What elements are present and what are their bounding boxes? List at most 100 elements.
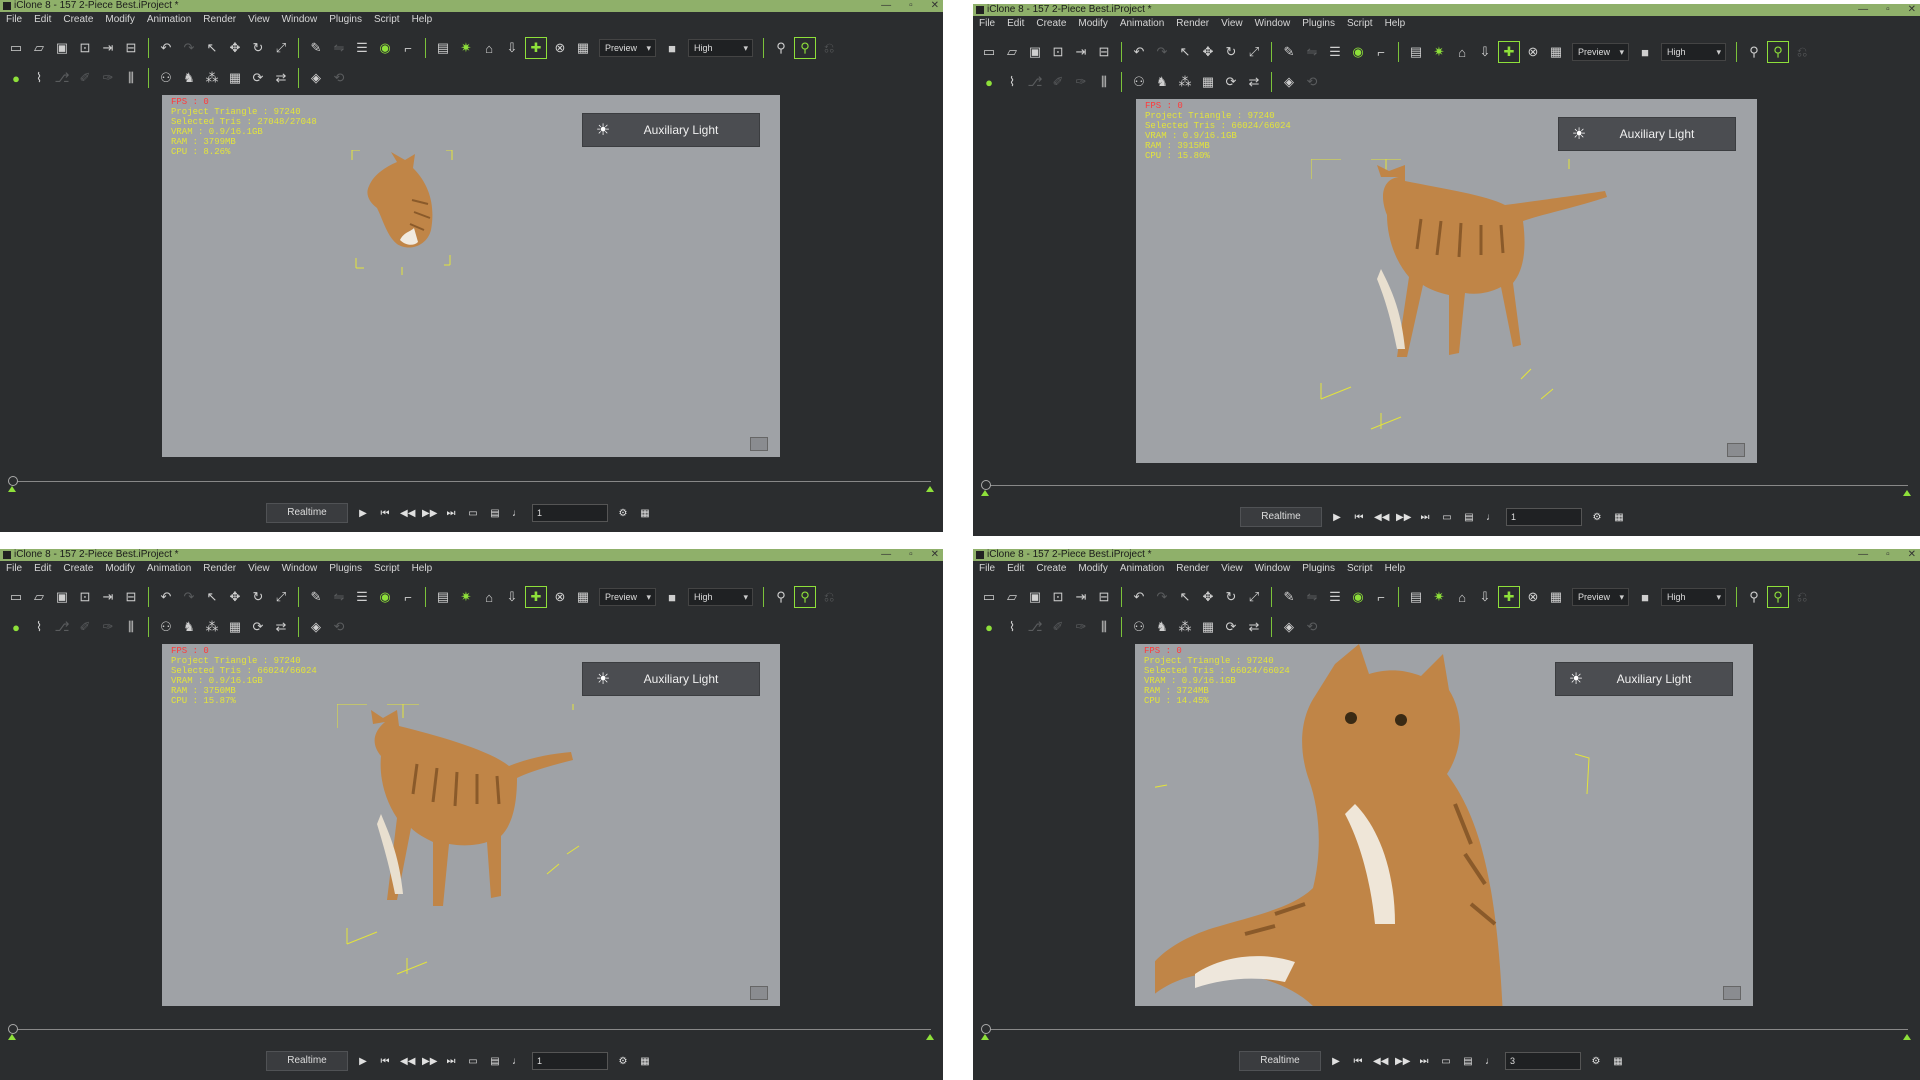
- comment-icon[interactable]: [750, 437, 768, 451]
- minimize-button[interactable]: —: [1858, 549, 1868, 561]
- align-icon[interactable]: ⇩: [1475, 42, 1495, 62]
- frame-icon[interactable]: ▤: [433, 38, 453, 58]
- save-icon[interactable]: ▣: [52, 38, 72, 58]
- menu-render[interactable]: Render: [1170, 17, 1215, 31]
- menu-animation[interactable]: Animation: [1114, 562, 1170, 576]
- align-icon[interactable]: ⇩: [502, 38, 522, 58]
- menu-window[interactable]: Window: [1249, 562, 1297, 576]
- switch-icon[interactable]: ⇄: [1244, 617, 1264, 637]
- minimize-button[interactable]: —: [881, 549, 891, 561]
- menu-help[interactable]: Help: [1379, 562, 1412, 576]
- menu-modify[interactable]: Modify: [99, 562, 140, 576]
- key-icon[interactable]: ⎇: [1025, 617, 1045, 637]
- timeline-track[interactable]: [985, 1029, 1908, 1030]
- grid-snap-icon[interactable]: ✚: [525, 586, 547, 608]
- redo-icon[interactable]: ↷: [179, 38, 199, 58]
- grid-snap-icon[interactable]: ✚: [1498, 586, 1520, 608]
- layers-icon[interactable]: ▦: [573, 38, 593, 58]
- go-end-icon[interactable]: ⏭: [1417, 1056, 1431, 1067]
- light-icon[interactable]: ✷: [456, 587, 476, 607]
- timeline-panel-icon[interactable]: ▦: [1612, 512, 1626, 523]
- key-icon[interactable]: ⎇: [1025, 72, 1045, 92]
- timeline-end-marker[interactable]: [1903, 1034, 1911, 1040]
- grid-icon[interactable]: ▦: [1198, 72, 1218, 92]
- crowd-icon[interactable]: ⚇: [1129, 617, 1149, 637]
- save-icon[interactable]: ▣: [52, 587, 72, 607]
- light-icon[interactable]: ✷: [456, 38, 476, 58]
- go-end-icon[interactable]: ⏭: [444, 1056, 458, 1067]
- rotate-icon[interactable]: ↻: [248, 587, 268, 607]
- menu-view[interactable]: View: [242, 562, 276, 576]
- timeline-start-marker[interactable]: [981, 1034, 989, 1040]
- import-icon[interactable]: ⊡: [1048, 42, 1068, 62]
- quality-dropdown[interactable]: High: [688, 588, 754, 606]
- render-icon[interactable]: ⊟: [121, 38, 141, 58]
- subtitle-icon[interactable]: ▤: [488, 508, 502, 519]
- frame-icon[interactable]: ▤: [1406, 42, 1426, 62]
- status-dot-icon[interactable]: ●: [979, 617, 999, 637]
- menu-view[interactable]: View: [1215, 562, 1249, 576]
- scale-icon[interactable]: ⤢: [271, 587, 291, 607]
- pivot-icon[interactable]: ⌐: [398, 38, 418, 58]
- maximize-button[interactable]: ▫: [909, 549, 913, 561]
- menu-animation[interactable]: Animation: [141, 13, 197, 27]
- switch-icon[interactable]: ⇄: [271, 617, 291, 637]
- motion-icon[interactable]: ⚲: [1767, 586, 1790, 608]
- switch-icon[interactable]: ⇄: [271, 68, 291, 88]
- timeline-track[interactable]: [12, 1029, 931, 1030]
- refresh-icon[interactable]: ⟳: [1221, 617, 1241, 637]
- scale-icon[interactable]: ⤢: [1244, 587, 1264, 607]
- quality-dropdown[interactable]: High: [1661, 588, 1727, 606]
- diamond-icon[interactable]: ◈: [306, 68, 326, 88]
- paint-icon[interactable]: ✎: [1279, 42, 1299, 62]
- render-icon[interactable]: ⊟: [1094, 587, 1114, 607]
- key-icon[interactable]: ⎇: [52, 617, 72, 637]
- realtime-button[interactable]: Realtime: [266, 503, 348, 523]
- move-icon[interactable]: ✥: [225, 587, 245, 607]
- scale-icon[interactable]: ⤢: [1244, 42, 1264, 62]
- menu-window[interactable]: Window: [276, 13, 324, 27]
- menu-script[interactable]: Script: [1341, 17, 1379, 31]
- rig-icon[interactable]: ⚲: [771, 38, 791, 58]
- menu-modify[interactable]: Modify: [1072, 562, 1113, 576]
- timeline-scrubber[interactable]: [981, 1024, 991, 1034]
- preview-dropdown[interactable]: Preview: [599, 588, 657, 606]
- undo-icon[interactable]: ↶: [1129, 587, 1149, 607]
- loop-icon[interactable]: ▭: [1440, 512, 1454, 523]
- link-icon[interactable]: ⟲: [1302, 617, 1322, 637]
- menu-plugins[interactable]: Plugins: [323, 562, 368, 576]
- move-icon[interactable]: ✥: [1198, 42, 1218, 62]
- redo-icon[interactable]: ↷: [1152, 42, 1172, 62]
- menu-file[interactable]: File: [0, 562, 28, 576]
- step-forward-icon[interactable]: ▶▶: [422, 1056, 437, 1067]
- frame-number-input[interactable]: 1: [532, 504, 608, 522]
- menu-edit[interactable]: Edit: [28, 13, 57, 27]
- close-button[interactable]: ✕: [1908, 549, 1916, 561]
- export-icon[interactable]: ⇥: [98, 587, 118, 607]
- camera-icon[interactable]: ■: [662, 587, 682, 607]
- 3d-viewport[interactable]: FPS : 0 Project Triangle : 97240 Selecte…: [1136, 99, 1757, 463]
- realtime-button[interactable]: Realtime: [1239, 1051, 1321, 1071]
- mirror-icon[interactable]: ⇋: [1302, 587, 1322, 607]
- subtitle-icon[interactable]: ▤: [1462, 512, 1476, 523]
- curve-icon[interactable]: ⌇: [29, 617, 49, 637]
- timeline-panel-icon[interactable]: ▦: [1611, 1056, 1625, 1067]
- pivot-icon[interactable]: ⌐: [398, 587, 418, 607]
- menu-file[interactable]: File: [0, 13, 28, 27]
- motion-icon[interactable]: ⚲: [794, 37, 817, 59]
- preview-dropdown[interactable]: Preview: [1572, 588, 1630, 606]
- paint-icon[interactable]: ✎: [1279, 587, 1299, 607]
- mixer-icon[interactable]: ⫼: [121, 68, 141, 88]
- go-end-icon[interactable]: ⏭: [444, 508, 458, 519]
- quality-dropdown[interactable]: High: [688, 39, 754, 57]
- diamond-icon[interactable]: ◈: [306, 617, 326, 637]
- nodes-icon[interactable]: ⁂: [202, 617, 222, 637]
- pivot-icon[interactable]: ⌐: [1371, 587, 1391, 607]
- new-file-icon[interactable]: ▭: [6, 587, 26, 607]
- stack-icon[interactable]: ☰: [352, 38, 372, 58]
- undo-icon[interactable]: ↶: [1129, 42, 1149, 62]
- step-forward-icon[interactable]: ▶▶: [1396, 512, 1411, 523]
- step-back-icon[interactable]: ◀◀: [400, 1056, 415, 1067]
- menu-create[interactable]: Create: [57, 562, 99, 576]
- realtime-button[interactable]: Realtime: [266, 1051, 348, 1071]
